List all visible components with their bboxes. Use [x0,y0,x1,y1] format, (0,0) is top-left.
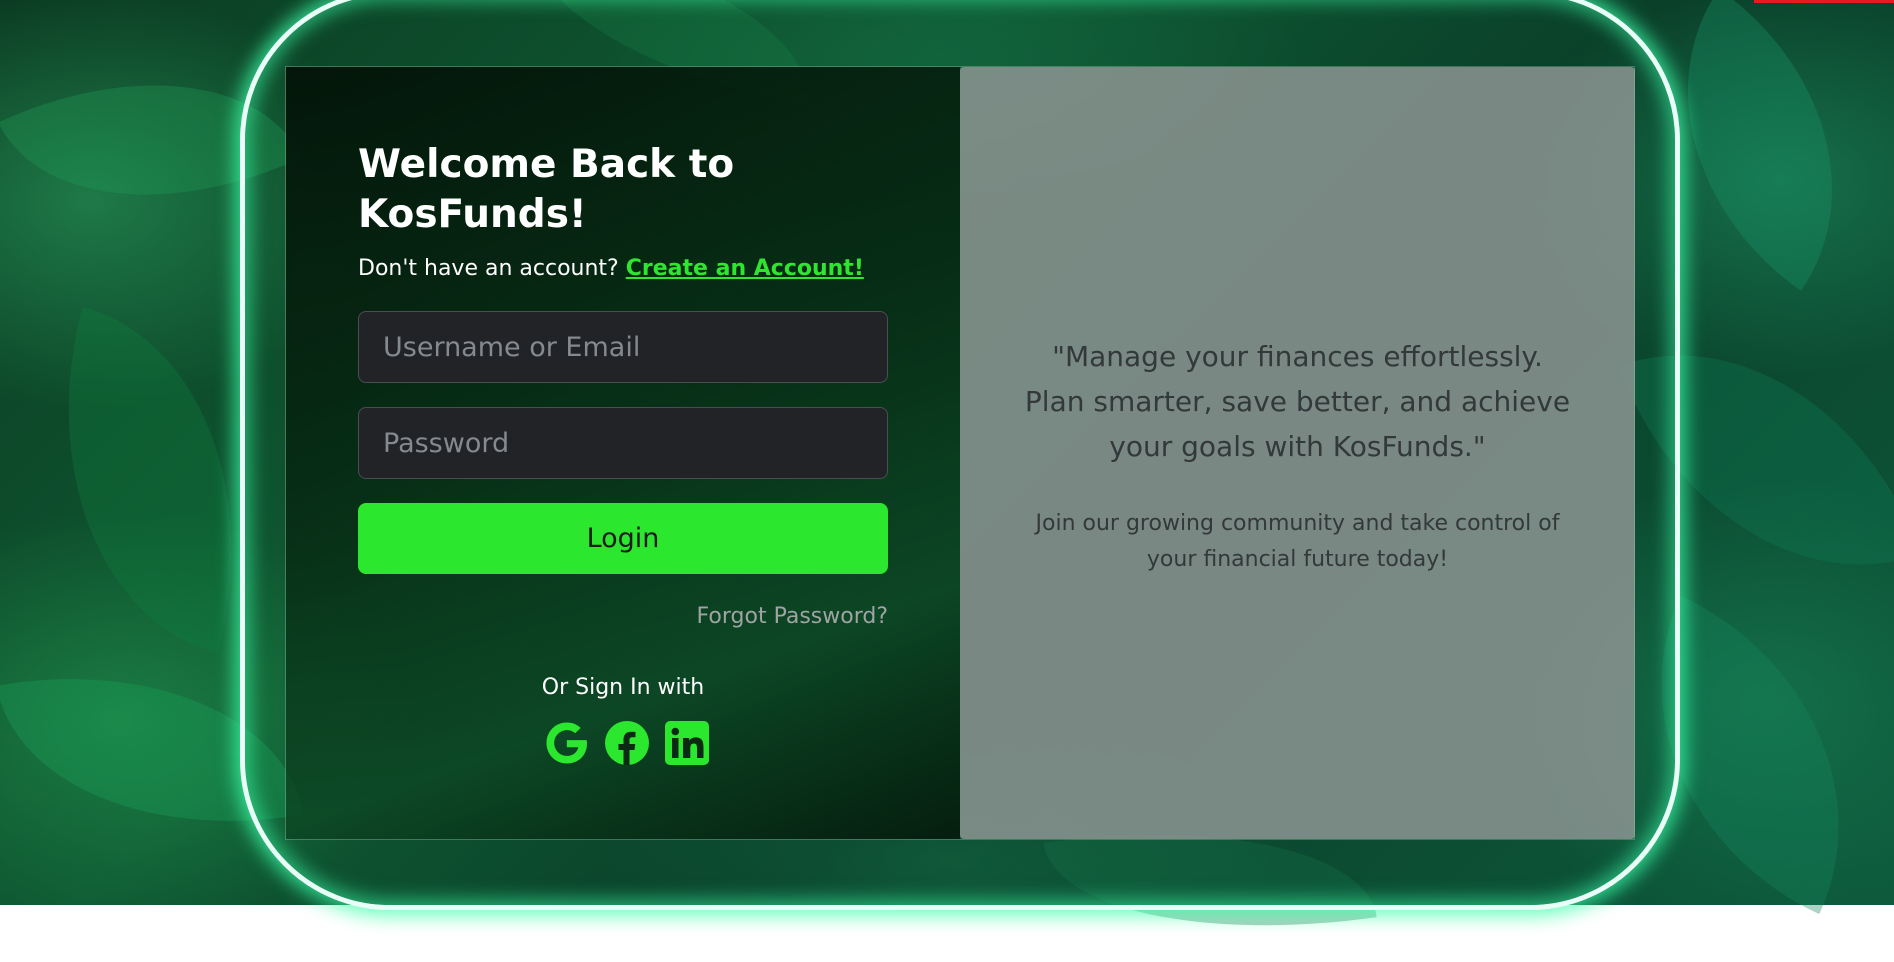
signup-prompt-text: Don't have an account? [358,256,619,281]
create-account-link[interactable]: Create an Account! [626,256,864,281]
forgot-password-link[interactable]: Forgot Password? [697,604,888,629]
login-button[interactable]: Login [358,503,888,574]
top-right-red-bar [1754,0,1894,3]
promo-quote: "Manage your finances effortlessly. Plan… [1024,340,1571,463]
password-input[interactable] [358,407,888,479]
signup-prompt-line: Don't have an account? Create an Account… [358,256,864,281]
page-title: Welcome Back to KosFunds! [358,142,735,237]
username-input[interactable] [358,311,888,383]
social-login-buttons [543,719,711,767]
facebook-icon[interactable] [603,719,651,767]
or-sign-in-label: Or Sign In with [541,675,705,700]
promo-subtext: Join our growing community and take cont… [1035,511,1560,572]
linkedin-icon[interactable] [663,719,711,767]
google-icon[interactable] [543,719,591,767]
